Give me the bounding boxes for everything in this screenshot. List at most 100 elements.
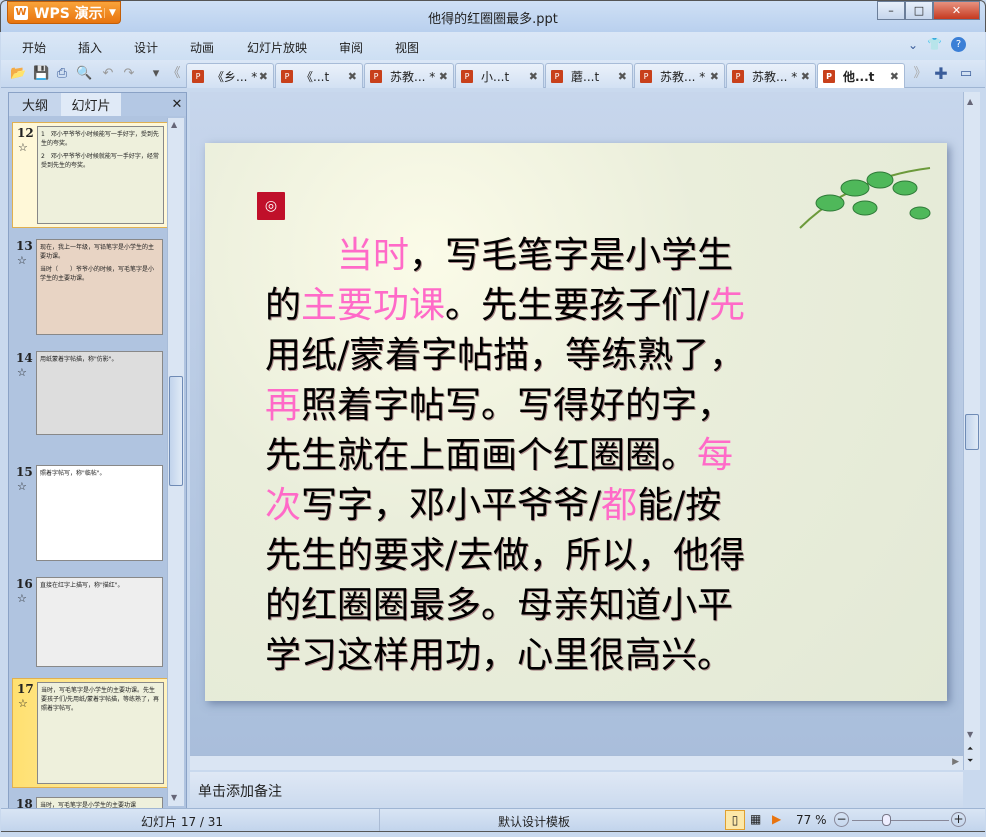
tab-outline[interactable]: 大纲 <box>9 93 61 116</box>
new-tab-icon[interactable]: ✚ <box>933 66 949 82</box>
scroll-down-icon[interactable]: ▼ <box>171 793 177 802</box>
slide-thumbnail[interactable]: 17 ☆ 当时，写毛笔字是小学生的主要功课。先生要孩子们/先用纸/蒙着字帖描，等练熟… <box>12 678 170 788</box>
scroll-up-icon[interactable]: ▲ <box>171 120 177 129</box>
tab-close-icon[interactable]: ✖ <box>259 70 268 83</box>
document-tab[interactable]: P 《...t ✖ <box>275 63 363 88</box>
scroll-right-icon[interactable]: ▶ <box>952 757 959 767</box>
ppt-file-icon: P <box>192 69 204 83</box>
text-segment: 用纸/蒙着字帖描，等练熟了， <box>265 335 746 376</box>
minimize-button[interactable]: – <box>877 1 905 20</box>
window-title: 他得的红圈圈最多.ppt <box>428 12 558 27</box>
seal-logo-icon: ◎ <box>257 192 285 220</box>
tabs-left-icon[interactable]: 《 <box>166 66 182 82</box>
scroll-up-icon[interactable]: ▲ <box>967 97 973 106</box>
document-tab[interactable]: P 他...t ✖ <box>817 63 905 88</box>
slide-thumbnail[interactable]: 14 ☆ 用纸蒙着字帖描，称"仿影"。 <box>12 348 170 440</box>
slide-thumbnail[interactable]: 13 ☆ 现在，我上一年级，写铅笔字是小学生的主要功课。 当时（ ）爷爷小的时候，写毛… <box>12 236 170 340</box>
slide-number: 17 <box>17 682 34 696</box>
document-tab[interactable]: P 苏教... * ✖ <box>364 63 454 88</box>
slideshow-icon[interactable]: ▶ <box>772 812 781 826</box>
normal-view-icon[interactable]: ▯ <box>725 810 745 830</box>
text-segment: 先生的要求/去做，所以，他得 <box>265 535 746 576</box>
animation-star-icon: ☆ <box>17 592 27 605</box>
zoom-slider[interactable] <box>852 820 949 821</box>
document-tab[interactable]: P 小...t ✖ <box>455 63 544 88</box>
help-icon[interactable]: ? <box>951 37 966 52</box>
ppt-file-icon: P <box>551 69 563 83</box>
tab-close-icon[interactable]: ✖ <box>529 70 538 83</box>
animation-star-icon: ☆ <box>18 697 28 710</box>
redo-icon[interactable]: ↷ <box>121 66 137 82</box>
chevron-down-icon[interactable]: ⌄ <box>908 38 918 52</box>
tab-list-icon[interactable]: ▭ <box>958 66 974 82</box>
scroll-down-icon[interactable]: ▼ <box>967 730 973 739</box>
tabs-right-icon[interactable]: 》 <box>912 66 928 82</box>
slide-number: 18 <box>16 797 33 808</box>
zoom-in-icon[interactable]: + <box>951 812 966 827</box>
save-icon[interactable]: 💾 <box>33 66 49 82</box>
thumb-text: 现在，我上一年级，写铅笔字是小学生的主要功课。 <box>40 244 155 260</box>
thumb-text: 直接在红字上描写，称"描红"。 <box>40 582 124 589</box>
zoom-out-icon[interactable]: − <box>834 812 849 827</box>
slide-thumbnail[interactable]: 16 ☆ 直接在红字上描写，称"描红"。 <box>12 574 170 672</box>
maximize-button[interactable]: □ <box>905 1 933 20</box>
tab-close-icon[interactable]: ✖ <box>710 70 719 83</box>
undo-icon[interactable]: ↶ <box>100 66 116 82</box>
panel-scrollbar[interactable]: ▲ ▼ <box>167 118 184 806</box>
close-button[interactable]: ✕ <box>933 1 980 20</box>
menu-slideshow[interactable]: 幻灯片放映 <box>247 39 307 56</box>
slide-thumbnail[interactable]: 12 ☆ 1 邓小平爷爷小时候能写一手好字，受到先生的夸奖。 2 邓小平爷爷小时候就能… <box>12 122 170 228</box>
print-preview-icon[interactable]: 🔍 <box>76 66 92 82</box>
scroll-thumb[interactable] <box>169 376 183 486</box>
thumb-text: 照着字帖写，称"临帖"。 <box>40 470 106 477</box>
slide-text-line: 的主要功课。先生要孩子们/先 <box>265 281 825 331</box>
editor-horizontal-scrollbar[interactable]: ▶ <box>190 755 963 770</box>
menu-start[interactable]: 开始 <box>22 39 46 56</box>
panel-close-icon[interactable]: ✕ <box>169 93 185 116</box>
next-slide-icon[interactable]: ⏷ <box>967 756 973 766</box>
skin-icon[interactable]: 👕 <box>927 37 942 51</box>
divider <box>379 809 380 831</box>
tab-label: 苏教... * <box>752 69 798 84</box>
status-bar: 幻灯片 17 / 31 默认设计模板 ▯ ▦ ▶ 77 % − + <box>1 808 985 832</box>
tab-close-icon[interactable]: ✖ <box>348 70 357 83</box>
zoom-slider-thumb[interactable] <box>882 814 892 826</box>
slide-body-text[interactable]: 当时，写毛笔字是小学生 的主要功课。先生要孩子们/先 用纸/蒙着字帖描，等练熟了， 再… <box>265 231 825 681</box>
tab-close-icon[interactable]: ✖ <box>801 70 810 83</box>
slide-text-line: 先生的要求/去做，所以，他得 <box>265 531 825 581</box>
print-icon[interactable]: ⎙ <box>54 66 70 82</box>
thumb-text: 1 邓小平爷爷小时候能写一手好字，受到先生的夸奖。 <box>41 131 159 147</box>
text-segment: 写字，邓小平爷爷/ <box>301 485 602 526</box>
menu-insert[interactable]: 插入 <box>78 39 102 56</box>
prev-slide-icon[interactable]: ⏶ <box>967 744 973 754</box>
open-icon[interactable]: 📂 <box>10 66 26 82</box>
slide-sorter-icon[interactable]: ▦ <box>750 812 761 826</box>
document-tab[interactable]: P 苏教... * ✖ <box>726 63 816 88</box>
tab-slides[interactable]: 幻灯片 <box>61 93 121 116</box>
menu-review[interactable]: 审阅 <box>339 39 363 56</box>
document-tab[interactable]: P 《乡... * ✖ <box>186 63 274 88</box>
thumb-text: 当时，写毛笔字是小学生的主要功课 <box>40 802 137 808</box>
tab-close-icon[interactable]: ✖ <box>439 70 448 83</box>
slide-canvas[interactable]: ◎ 当时，写毛笔字是小学生 的主要功课。先生要孩子们/先 用纸/蒙着字帖描，等练熟了… <box>205 143 947 701</box>
editor-vertical-scrollbar[interactable]: ▲ ▼ ⏶ ⏷ <box>963 92 980 770</box>
tab-close-icon[interactable]: ✖ <box>890 70 899 83</box>
text-segment: 的红圈圈最多。母亲知道小平 <box>265 585 734 626</box>
text-segment <box>265 235 337 276</box>
tab-label: 蘑...t <box>571 69 600 84</box>
dropdown-icon[interactable]: ▾ <box>148 66 164 82</box>
notes-area[interactable]: 单击添加备注 <box>190 772 963 808</box>
menu-animation[interactable]: 动画 <box>190 39 214 56</box>
tab-close-icon[interactable]: ✖ <box>618 70 627 83</box>
menu-design[interactable]: 设计 <box>134 39 158 56</box>
tab-label: 他...t <box>843 69 875 84</box>
slide-thumbnail[interactable]: 18☆当时，写毛笔字是小学生的主要功课 <box>12 794 170 808</box>
text-segment: 。先生要孩子们/ <box>445 285 710 326</box>
document-tab[interactable]: P 苏教... * ✖ <box>634 63 725 88</box>
document-tab[interactable]: P 蘑...t ✖ <box>545 63 633 88</box>
slide-thumbnail[interactable]: 15 ☆ 照着字帖写，称"临帖"。 <box>12 462 170 566</box>
menu-view[interactable]: 视图 <box>395 39 419 56</box>
ppt-file-icon: P <box>823 69 835 83</box>
ppt-file-icon: P <box>732 69 744 83</box>
scroll-thumb[interactable] <box>965 414 979 450</box>
